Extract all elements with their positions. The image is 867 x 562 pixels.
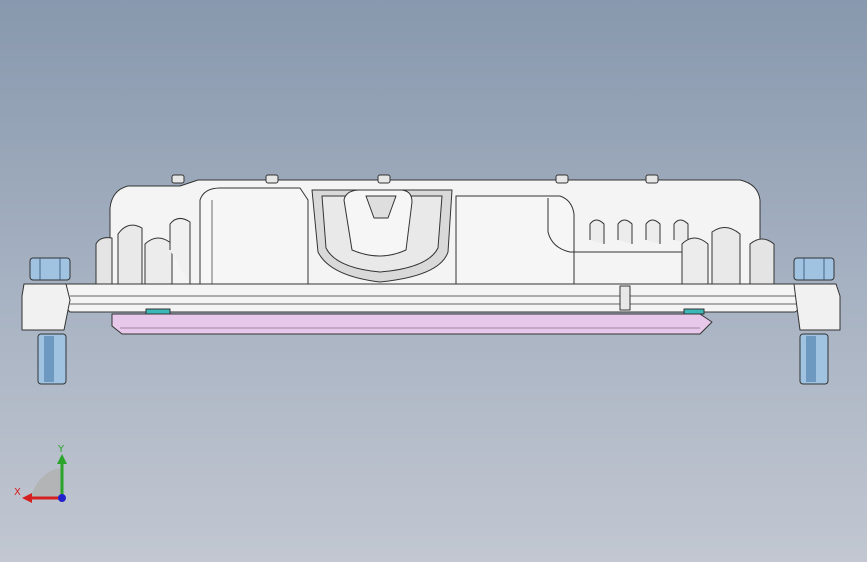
cad-model[interactable] [0,0,867,562]
bolt-head-left [29,257,71,281]
gasket-plate [111,313,713,335]
washer-left [145,308,171,315]
washer-right [683,308,705,315]
bolt-head-right [793,257,835,281]
triad-plane [30,468,62,498]
graphics-viewport[interactable]: X Y [0,0,867,562]
stud [265,174,279,184]
x-axis-label: X [14,487,21,498]
stud [377,174,391,184]
left-boss [95,237,113,285]
stud [555,174,569,184]
z-axis-dot [58,494,66,502]
x-axis-arrow [22,493,32,503]
y-axis-arrow [57,454,67,464]
base-flange [61,283,813,313]
stud [171,174,185,184]
axis-triad: X Y [14,444,67,503]
stud [645,174,659,184]
y-axis-label: Y [57,444,65,455]
